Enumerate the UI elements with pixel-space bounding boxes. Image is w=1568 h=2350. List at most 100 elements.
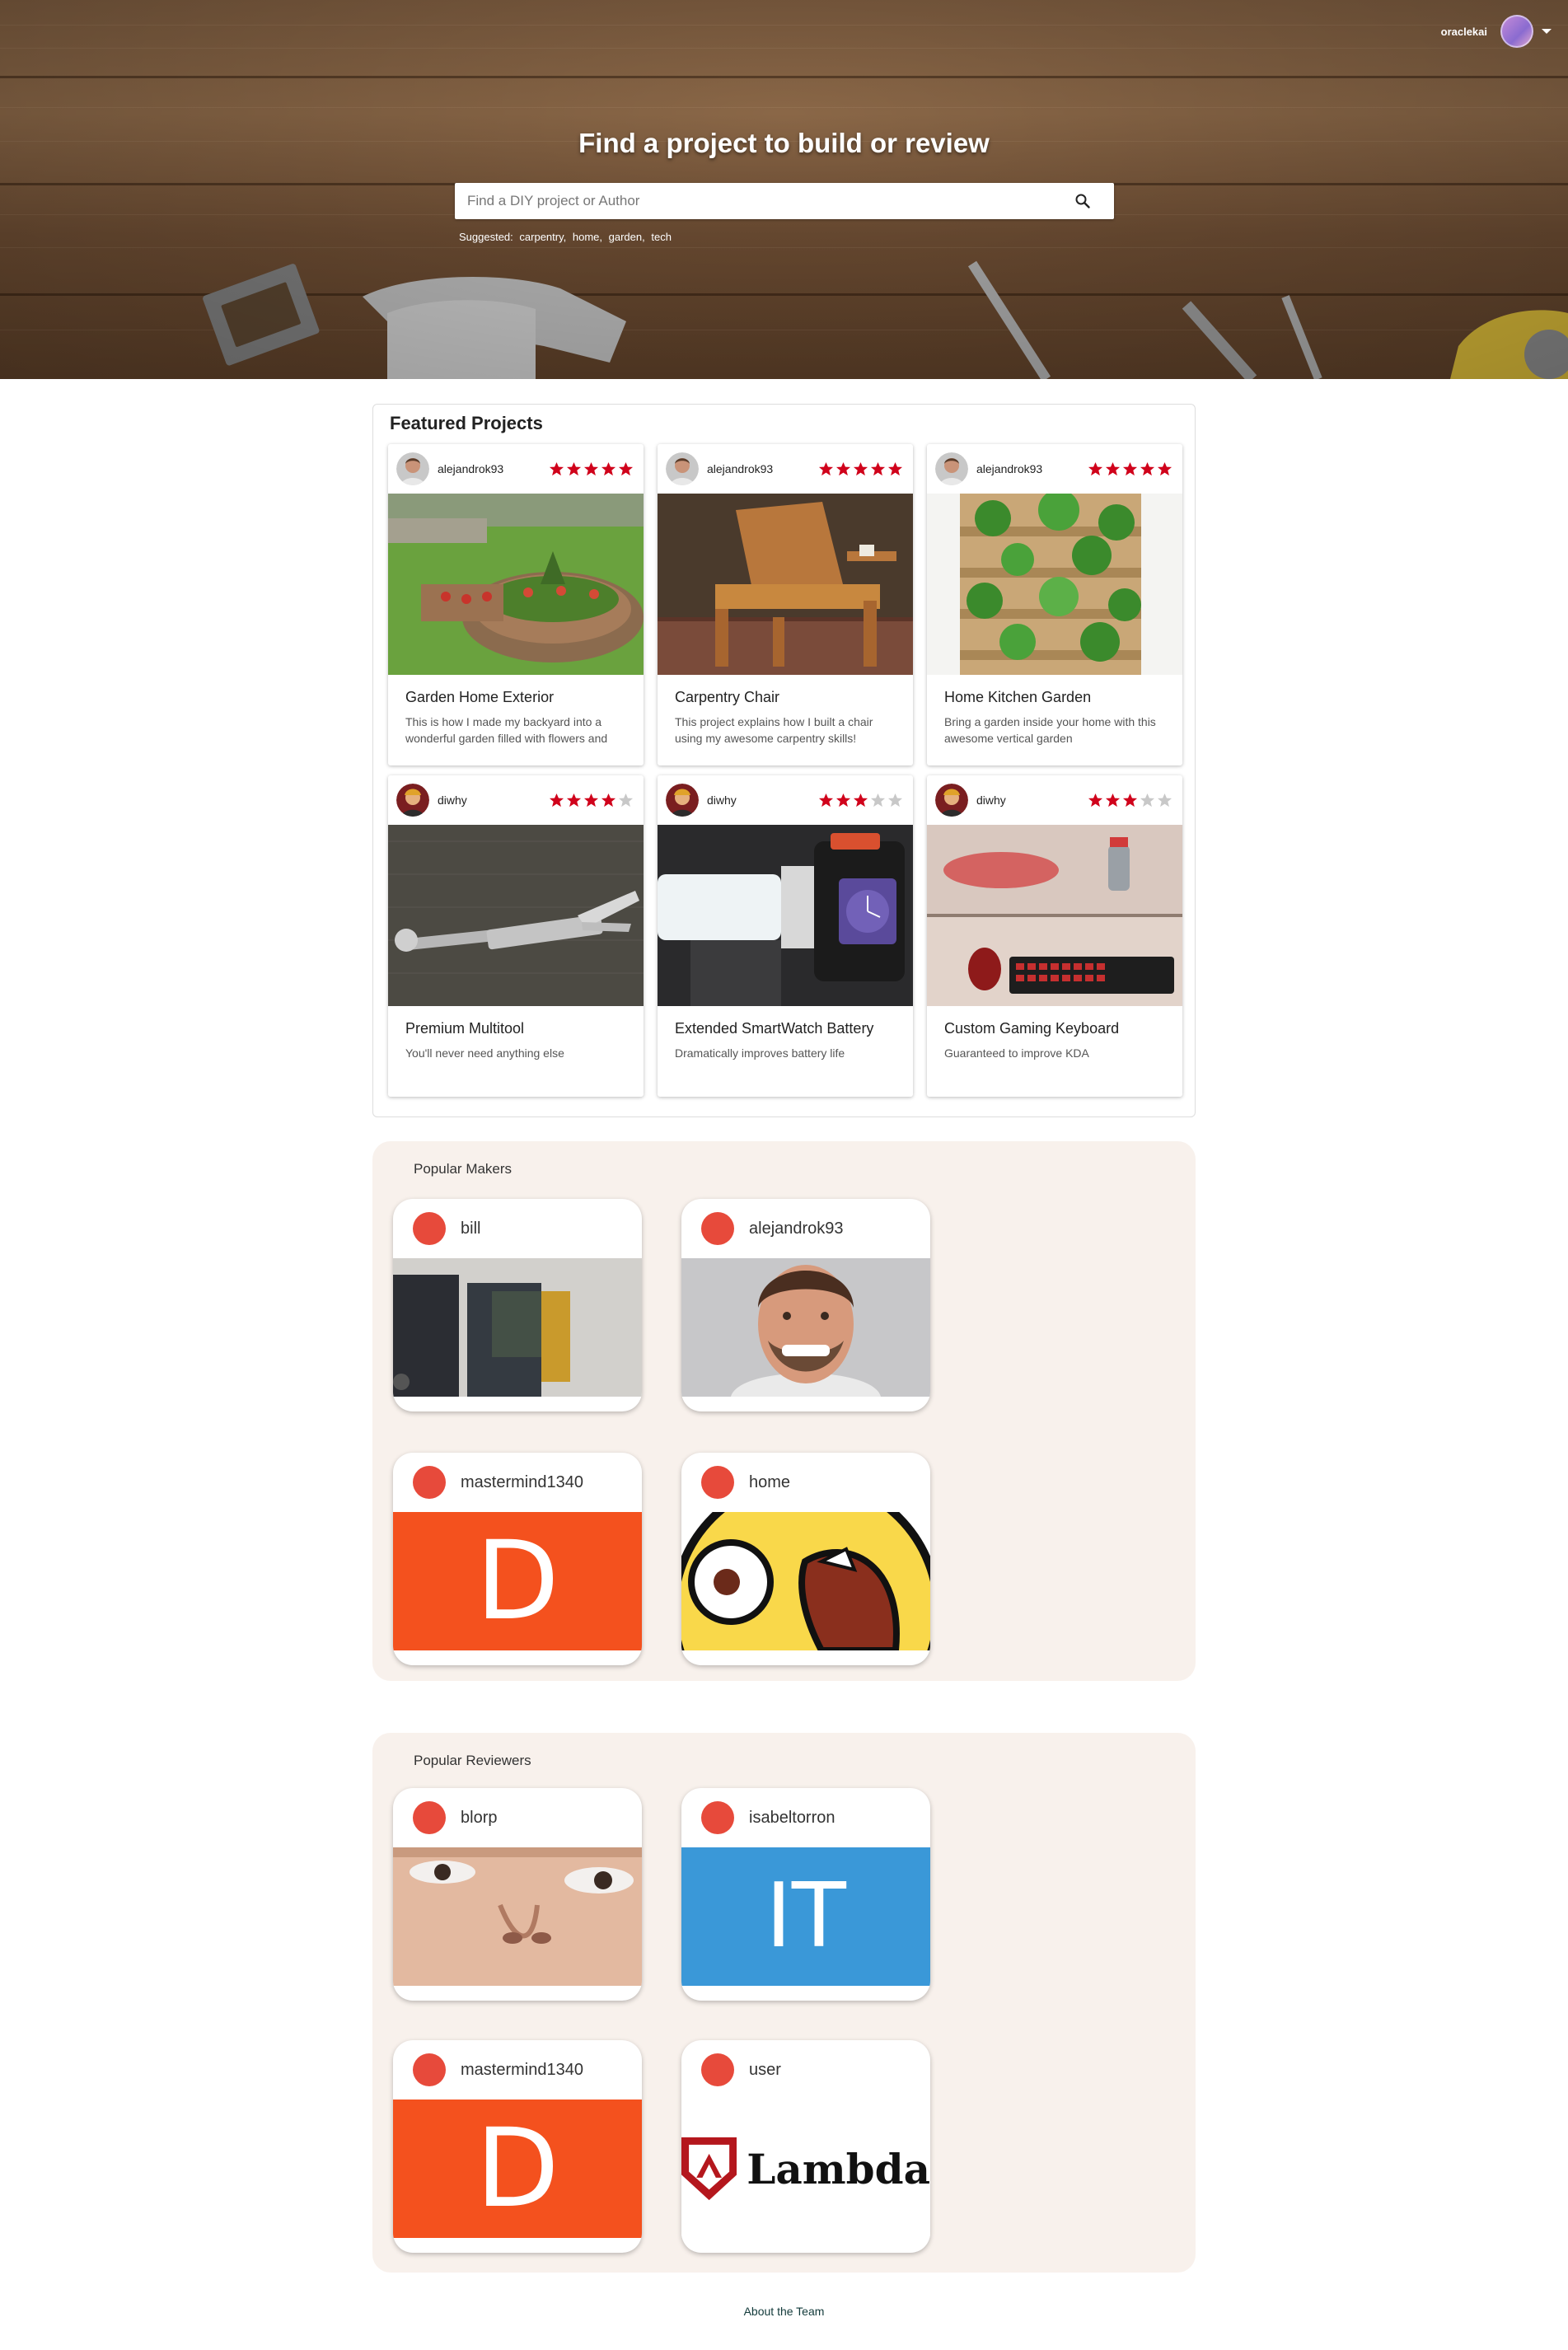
star-filled-icon	[549, 461, 564, 475]
maker-image[interactable]	[681, 1258, 930, 1397]
tag-link[interactable]: carpentry,	[519, 231, 566, 243]
reviewer-image[interactable]: D	[393, 2100, 642, 2238]
maker-image[interactable]	[393, 1258, 642, 1397]
author-avatar[interactable]	[396, 452, 429, 485]
author-avatar[interactable]	[666, 784, 699, 817]
project-title[interactable]: Custom Gaming Keyboard	[944, 1020, 1119, 1037]
popular-reviewers: Popular Reviewers blorp isabeltorron IT …	[372, 1733, 1196, 2273]
reviewer-card[interactable]: user Lambda	[681, 2040, 930, 2253]
section-title: Popular Makers	[414, 1161, 513, 1177]
star-filled-icon	[870, 461, 886, 475]
star-filled-icon	[583, 793, 599, 807]
project-card[interactable]: alejandrok93 Garden Home Exterior This i…	[388, 444, 644, 765]
star-empty-icon	[870, 793, 886, 807]
project-description: You'll never need anything else	[405, 1046, 564, 1060]
star-empty-icon	[1140, 793, 1155, 807]
rating-stars	[1088, 793, 1172, 808]
avatar[interactable]	[1500, 15, 1533, 48]
reviewer-image[interactable]	[393, 1847, 642, 1986]
tag-link[interactable]: garden,	[609, 231, 645, 243]
star-filled-icon	[583, 461, 599, 475]
star-empty-icon	[618, 793, 634, 807]
star-filled-icon	[1105, 793, 1121, 807]
project-card[interactable]: alejandrok93 Carpentry Chair This projec…	[658, 444, 913, 765]
maker-image[interactable]	[681, 1512, 930, 1650]
lambda-wordmark: Lambda	[747, 2144, 930, 2193]
rating-stars	[549, 461, 634, 477]
project-card[interactable]: diwhy Custom Gaming Keyboard Guaranteed …	[927, 775, 1182, 1097]
tag-link[interactable]: tech	[651, 231, 672, 243]
section-title: Popular Reviewers	[414, 1753, 531, 1768]
project-title[interactable]: Home Kitchen Garden	[944, 689, 1091, 706]
reviewer-card[interactable]: blorp	[393, 1788, 642, 2001]
star-filled-icon	[887, 461, 903, 475]
project-card[interactable]: diwhy Extended SmartWatch Battery Dramat…	[658, 775, 913, 1097]
project-image[interactable]	[388, 825, 644, 1006]
project-image[interactable]	[388, 494, 644, 675]
username: oraclekai	[1440, 25, 1487, 38]
reviewer-name[interactable]: blorp	[461, 1809, 497, 1828]
project-image[interactable]	[658, 825, 913, 1006]
star-filled-icon	[818, 793, 834, 807]
star-filled-icon	[1105, 461, 1121, 475]
author-avatar[interactable]	[666, 452, 699, 485]
reviewer-name[interactable]: isabeltorron	[749, 1809, 835, 1828]
project-image[interactable]	[658, 494, 913, 675]
project-image[interactable]	[927, 494, 1182, 675]
author-avatar[interactable]	[935, 452, 968, 485]
maker-card[interactable]: bill	[393, 1199, 642, 1411]
maker-name[interactable]: alejandrok93	[749, 1219, 844, 1238]
reviewer-avatar	[413, 2053, 446, 2086]
search-input[interactable]	[455, 183, 1032, 219]
star-filled-icon	[566, 793, 582, 807]
star-filled-icon	[835, 793, 851, 807]
star-filled-icon	[566, 461, 582, 475]
maker-card[interactable]: home	[681, 1453, 930, 1665]
project-title[interactable]: Premium Multitool	[405, 1020, 524, 1037]
reviewer-image[interactable]: Lambda	[681, 2100, 930, 2238]
user-menu[interactable]: oraclekai	[1441, 15, 1552, 48]
reviewer-card[interactable]: mastermind1340 D	[393, 2040, 642, 2253]
star-filled-icon	[853, 461, 868, 475]
about-team-link[interactable]: About the Team	[0, 2305, 1568, 2318]
author-avatar[interactable]	[935, 784, 968, 817]
maker-name[interactable]: home	[749, 1473, 790, 1492]
tag-link[interactable]: home,	[573, 231, 602, 243]
reviewer-avatar	[701, 1801, 734, 1834]
rating-stars	[818, 461, 903, 477]
reviewer-image[interactable]: IT	[681, 1847, 930, 1986]
author-name[interactable]: diwhy	[707, 793, 818, 807]
chevron-down-icon[interactable]	[1542, 29, 1552, 34]
reviewer-name[interactable]: user	[749, 2061, 781, 2080]
maker-name[interactable]: bill	[461, 1219, 480, 1238]
section-title: Featured Projects	[390, 413, 543, 433]
initial-letter: IT	[765, 1865, 846, 1968]
maker-image[interactable]: D	[393, 1512, 642, 1650]
project-title[interactable]: Garden Home Exterior	[405, 689, 554, 706]
maker-name[interactable]: mastermind1340	[461, 1473, 583, 1492]
maker-card[interactable]: alejandrok93	[681, 1199, 930, 1411]
reviewer-avatar	[413, 1801, 446, 1834]
project-card[interactable]: alejandrok93 Home Kitchen Garden Bring a…	[927, 444, 1182, 765]
star-filled-icon	[835, 461, 851, 475]
project-image[interactable]	[927, 825, 1182, 1006]
project-card[interactable]: diwhy Premium Multitool You'll never nee…	[388, 775, 644, 1097]
maker-card[interactable]: mastermind1340 D	[393, 1453, 642, 1665]
author-avatar[interactable]	[396, 784, 429, 817]
author-name[interactable]: alejandrok93	[976, 462, 1088, 475]
author-name[interactable]: alejandrok93	[707, 462, 818, 475]
project-title[interactable]: Extended SmartWatch Battery	[675, 1020, 873, 1037]
author-name[interactable]: alejandrok93	[438, 462, 549, 475]
reviewer-name[interactable]: mastermind1340	[461, 2061, 583, 2080]
suggested-label: Suggested:	[459, 231, 513, 243]
project-description: This is how I made my backyard into a wo…	[405, 715, 608, 751]
maker-avatar	[413, 1212, 446, 1245]
star-filled-icon	[601, 461, 616, 475]
lambda-logo-icon	[681, 2137, 737, 2201]
author-name[interactable]: diwhy	[976, 793, 1088, 807]
search-icon[interactable]	[1074, 193, 1091, 209]
author-name[interactable]: diwhy	[438, 793, 549, 807]
project-title[interactable]: Carpentry Chair	[675, 689, 779, 706]
reviewer-card[interactable]: isabeltorron IT	[681, 1788, 930, 2001]
star-filled-icon	[853, 793, 868, 807]
